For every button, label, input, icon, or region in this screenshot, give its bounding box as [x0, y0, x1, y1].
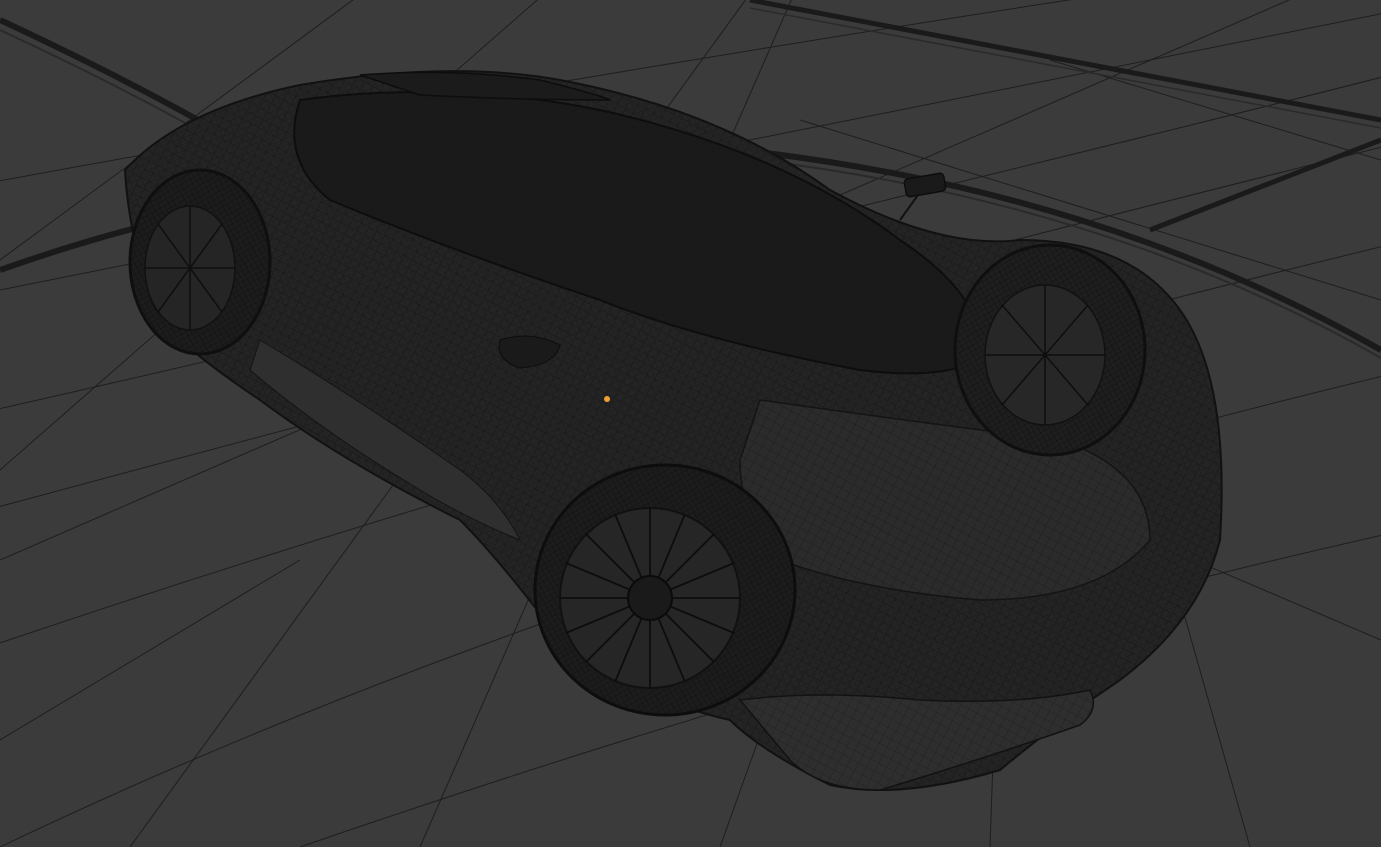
camera-object-icon[interactable]	[899, 172, 947, 221]
rear-right-wheel[interactable]	[953, 243, 1147, 457]
rear-wheel[interactable]	[128, 168, 272, 356]
car-wireframe-model[interactable]	[123, 70, 1223, 791]
3d-viewport[interactable]	[0, 0, 1381, 847]
viewport-scene[interactable]	[0, 0, 1381, 847]
origin-dot-icon[interactable]	[604, 396, 610, 402]
front-wheel[interactable]	[533, 463, 797, 717]
